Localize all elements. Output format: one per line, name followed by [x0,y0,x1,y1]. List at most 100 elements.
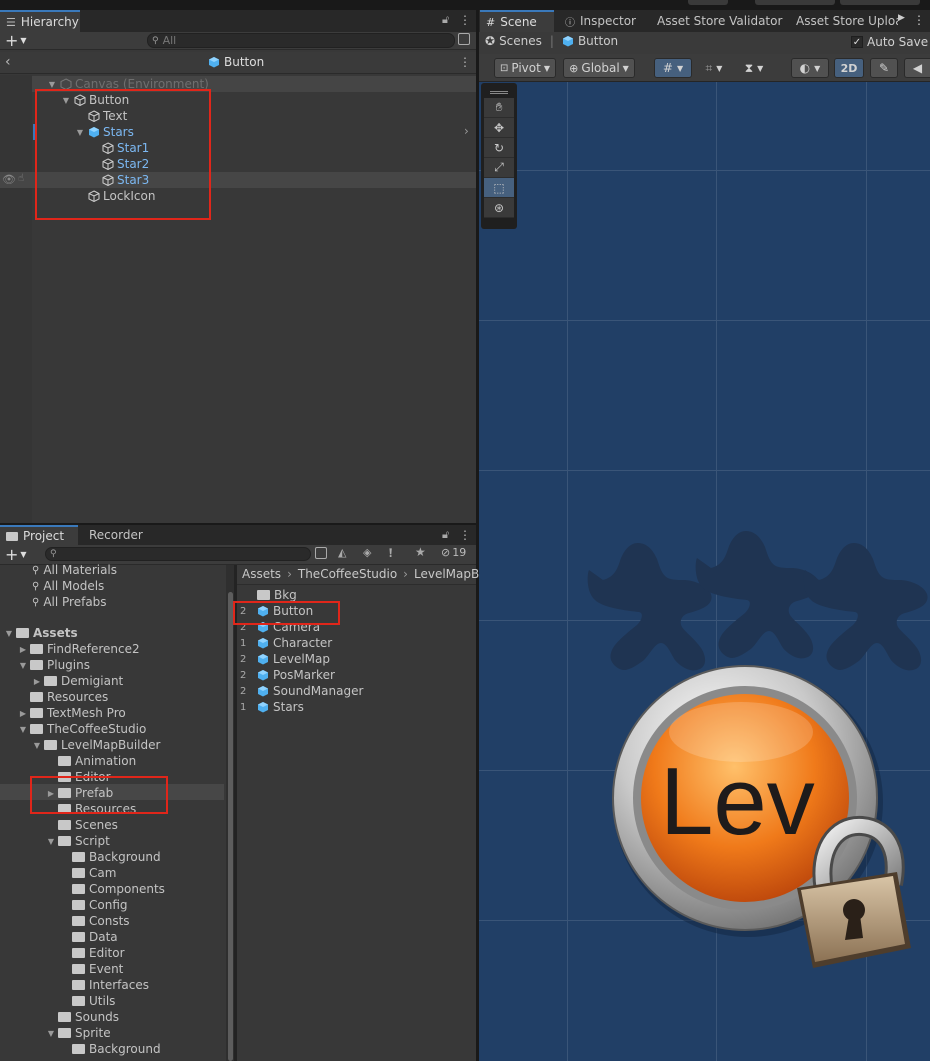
pick-hand-icon[interactable]: ☝︎ [18,173,24,184]
favorite-star-icon[interactable]: ★ [415,545,426,559]
mode-2d-toggle[interactable]: 2D [834,58,864,78]
prefab-title-label: Button [224,55,265,69]
lock-icon[interactable]: 🔓︎ [442,13,449,27]
project-folder-item[interactable]: ▶ TextMesh Pro [18,705,126,721]
layout-dropdown[interactable] [755,0,835,5]
expand-arrow-icon[interactable]: ▼ [32,741,42,750]
back-arrow-icon[interactable]: ‹ [5,54,11,70]
tab-inspector[interactable]: ⓘ Inspector [559,10,642,32]
auto-save-toggle[interactable]: ✓ Auto Save [851,35,928,49]
kebab-menu-icon[interactable]: ⋮ [913,13,925,27]
audio-toggle[interactable]: ◀ [904,58,930,78]
layers-dropdown[interactable] [840,0,920,5]
project-folder-item[interactable]: Scenes [46,817,118,833]
checkbox-checked-icon[interactable]: ✓ [851,36,863,48]
project-folder-item[interactable]: Resources [18,689,108,705]
tab-hierarchy[interactable]: ☰ Hierarchy [0,10,80,32]
visibility-eye-icon[interactable]: 👁︎ [2,173,16,186]
filter-label-icon[interactable]: ◈ [363,546,371,559]
filter-type-icon[interactable]: ◭ [338,546,346,559]
scene-breadcrumb-current[interactable]: Button [578,34,618,48]
kebab-menu-icon[interactable]: ⋮ [459,528,471,542]
favorite-item[interactable]: ⚲ All Models [32,578,104,594]
hidden-packages-toggle[interactable]: ⊘ 19 [441,546,466,559]
pivot-dropdown[interactable]: ⊡ Pivot ▼ [494,58,556,78]
project-folder-item[interactable]: Components [60,881,165,897]
lighting-toggle[interactable]: ✎ [870,58,898,78]
project-folder-item[interactable]: ▶ FindReference2 [18,641,140,657]
project-folder-item[interactable]: Consts [60,913,130,929]
prefab-menu-icon[interactable]: ⋮ [459,55,471,69]
asset-item[interactable]: 1 Stars [240,699,472,715]
asset-item[interactable]: 2 LevelMap [240,651,472,667]
hierarchy-search-input[interactable]: ⚲ All [147,33,455,48]
asset-item[interactable]: 2 PosMarker [240,667,472,683]
lock-icon[interactable]: 🔓︎ [442,528,449,542]
folder-open-icon [58,1028,71,1038]
expand-arrow-icon[interactable]: ▼ [46,1029,56,1038]
global-dropdown[interactable]: ⊕ Global ▼ [563,58,635,78]
project-folder-item[interactable]: ▼ Script [46,833,110,849]
favorite-item[interactable]: ⚲ All Materials [32,562,117,578]
project-folder-item[interactable]: Config [60,897,128,913]
expand-arrow-icon[interactable]: ▶ [18,709,28,718]
account-button[interactable] [688,0,728,5]
expand-arrow-icon[interactable]: ▼ [4,629,14,638]
project-folder-item[interactable]: Animation [46,753,136,769]
favorite-item[interactable]: ⚲ All Prefabs [32,594,107,610]
asset-item[interactable]: 2 SoundManager [240,683,472,699]
expand-arrow-icon[interactable]: ▼ [46,837,56,846]
breadcrumb-item[interactable]: LevelMapB [414,567,479,581]
project-folder-item[interactable]: ▶ Demigiant [32,673,123,689]
create-button[interactable]: + ▼ [5,546,27,563]
expand-arrow-icon[interactable]: ▶ [32,677,42,686]
tab-asset-store-validator[interactable]: Asset Store Validator [651,10,788,32]
search-icon: ⚲ [50,549,57,559]
tab-scroll-right-icon[interactable]: ▶ [898,13,905,23]
tab-recorder[interactable]: Recorder [83,525,149,545]
project-folder-item[interactable]: Background [60,1041,161,1057]
prefab-cube-icon [258,702,268,713]
expand-arrow-icon[interactable]: ▶ [18,645,28,654]
tab-project[interactable]: Project [0,525,78,545]
project-folder-item[interactable]: ▼ Assets [4,625,78,641]
filter-log-icon[interactable]: ❗︎ [389,546,392,561]
project-folder-item[interactable]: ▼ TheCoffeeStudio [18,721,146,737]
folder-icon [72,852,85,862]
project-folder-item[interactable]: Cam [60,865,116,881]
project-folder-item[interactable]: Editor [60,945,125,961]
shading-mode-dropdown[interactable]: ◐ ▼ [791,58,829,78]
tab-asset-store-uploader[interactable]: Asset Store Uploa [790,10,898,32]
project-folder-item[interactable]: Event [60,961,123,977]
grid-visibility-toggle[interactable]: ⌗ ▼ [697,58,731,78]
project-folder-item[interactable]: ▼ Plugins [18,657,90,673]
grid-snapping-toggle[interactable]: # ▼ [654,58,692,78]
tab-scene[interactable]: # Scene [480,10,554,32]
scene-breadcrumb-root[interactable]: Scenes [499,34,542,48]
create-button[interactable]: + ▼ [5,32,27,49]
project-tree-scroll-thumb[interactable] [228,592,233,1061]
expand-right-icon[interactable]: › [464,124,469,138]
project-search-input[interactable]: ⚲ [45,547,311,561]
project-folder-item[interactable]: ▼ Sprite [46,1025,111,1041]
project-splitter[interactable] [234,565,237,1061]
project-folder-item[interactable]: Utils [60,993,115,1009]
increment-snap-toggle[interactable]: ⧗ ▼ [735,58,773,78]
asset-count: 2 [240,685,247,697]
asset-item[interactable]: 1 Character [240,635,472,651]
expand-arrow-icon[interactable]: ▼ [47,80,57,89]
expand-arrow-icon[interactable]: ▼ [18,725,28,734]
project-folder-item[interactable]: Background [60,849,161,865]
project-folder-item[interactable]: ▼ LevelMapBuilder [32,737,161,753]
kebab-menu-icon[interactable]: ⋮ [459,13,471,27]
project-folder-item[interactable]: Interfaces [60,977,149,993]
expand-arrow-icon[interactable]: ▼ [18,661,28,670]
project-folder-item[interactable]: Data [60,929,118,945]
project-folder-label: TextMesh Pro [47,706,126,720]
asset-breadcrumb: Assets › TheCoffeeStudio › LevelMapB [242,567,479,581]
project-folder-item[interactable]: Sounds [46,1009,119,1025]
breadcrumb-item[interactable]: TheCoffeeStudio [298,567,397,581]
breadcrumb-item[interactable]: Assets [242,567,281,581]
maximize-search-icon[interactable] [458,33,470,45]
search-window-icon[interactable] [315,547,327,559]
